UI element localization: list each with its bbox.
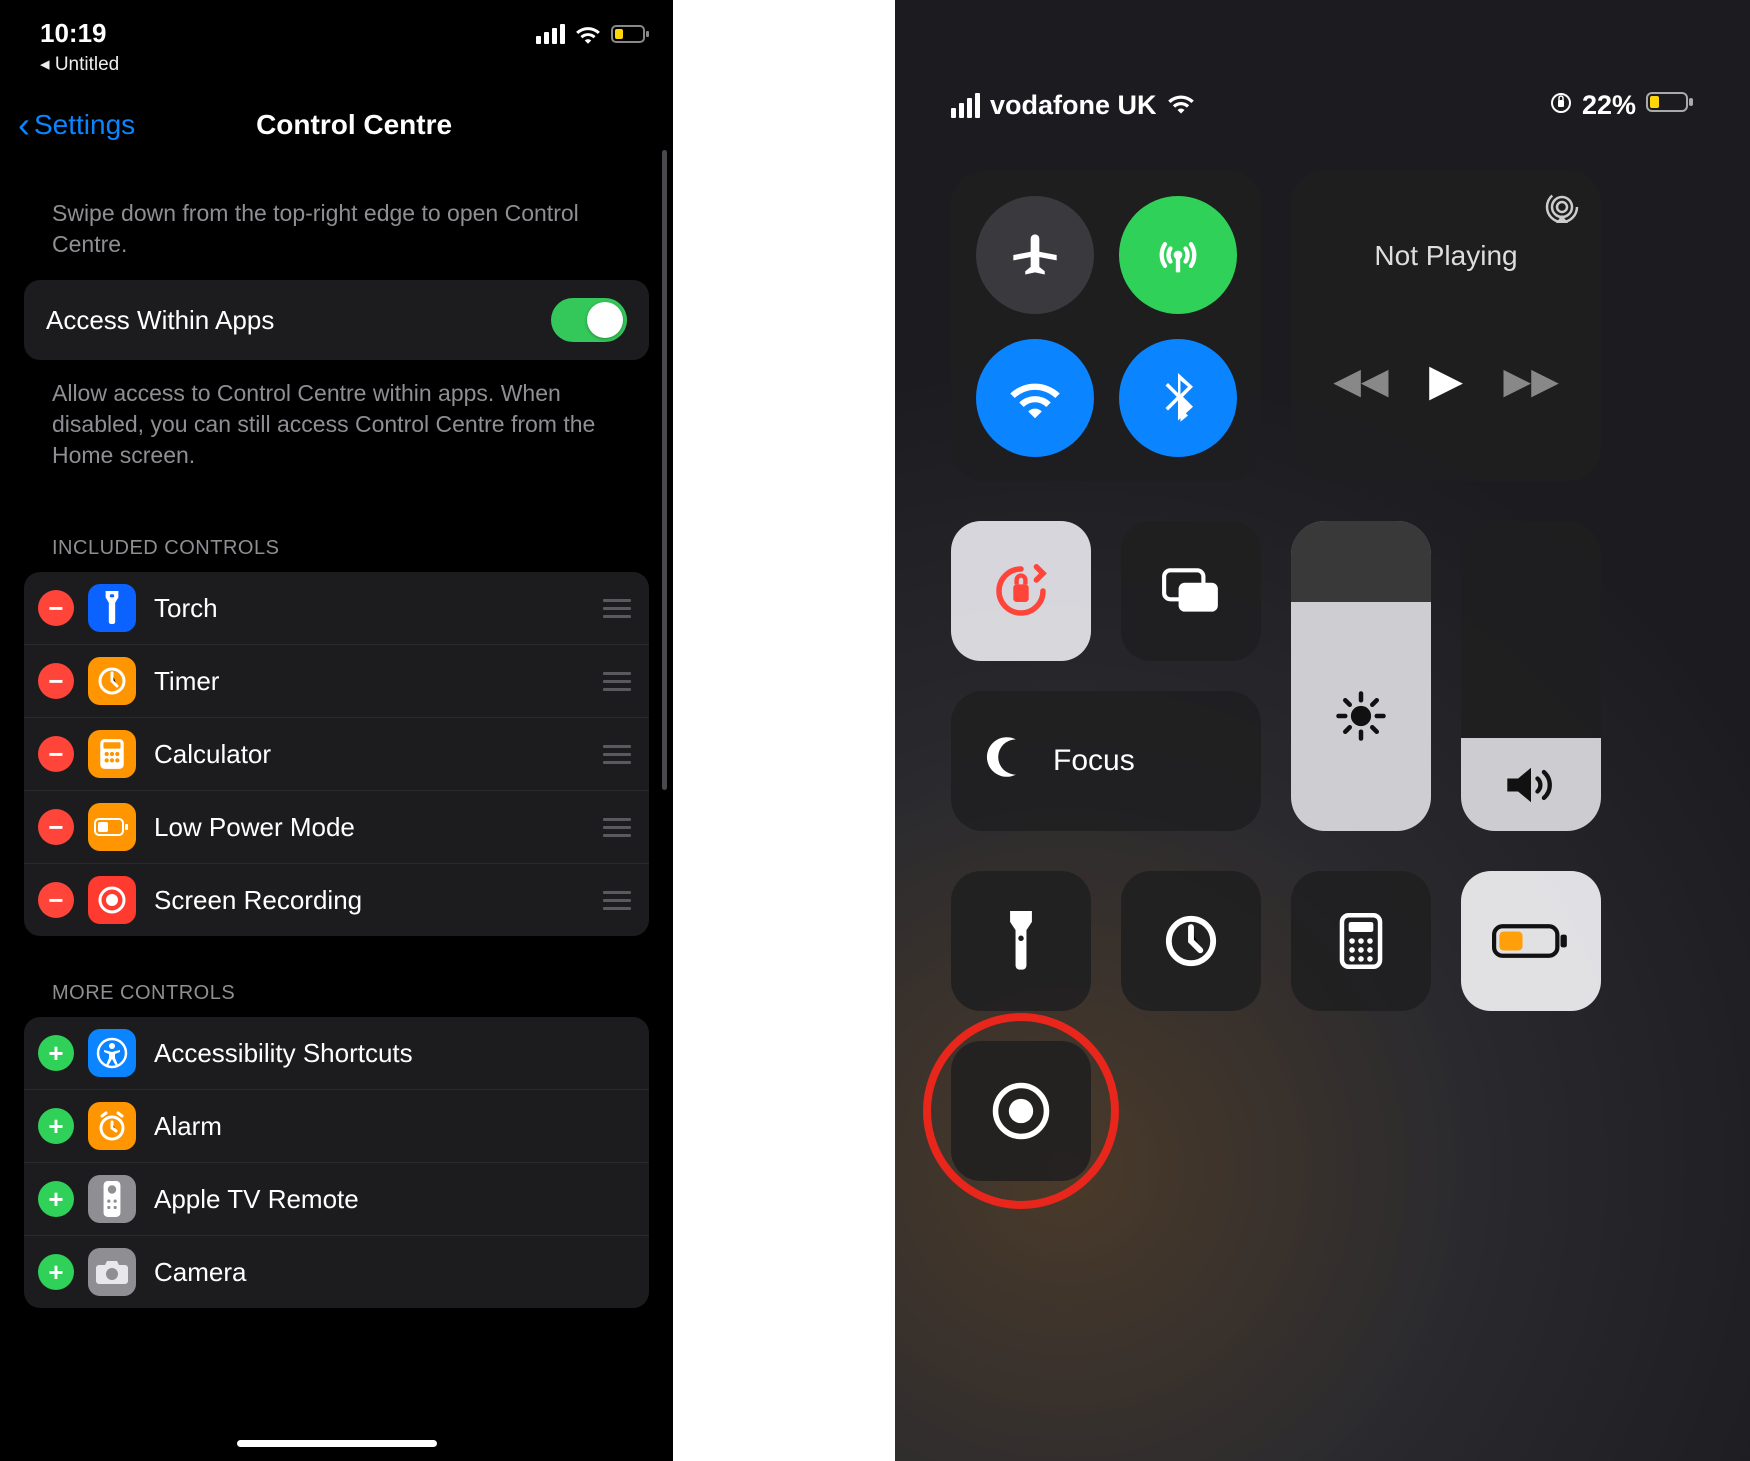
camera-icon bbox=[88, 1248, 136, 1296]
cellular-data-button[interactable] bbox=[1119, 196, 1237, 314]
control-row-screen-recording[interactable]: − Screen Recording bbox=[24, 864, 649, 936]
timer-tile[interactable] bbox=[1121, 871, 1261, 1011]
row-label: Calculator bbox=[154, 739, 603, 770]
row-label: Screen Recording bbox=[154, 885, 603, 916]
back-chevron-icon[interactable]: ‹ bbox=[18, 104, 30, 146]
focus-tile[interactable]: Focus bbox=[951, 691, 1261, 831]
focus-label: Focus bbox=[1053, 744, 1135, 778]
connectivity-platter[interactable] bbox=[951, 171, 1261, 481]
cellular-signal-icon bbox=[951, 93, 980, 118]
row-label: Camera bbox=[154, 1257, 631, 1288]
add-icon[interactable]: + bbox=[38, 1035, 74, 1071]
calculator-icon bbox=[88, 730, 136, 778]
access-toggle[interactable] bbox=[551, 298, 627, 342]
calculator-tile[interactable] bbox=[1291, 871, 1431, 1011]
airplane-mode-button[interactable] bbox=[976, 196, 1094, 314]
add-icon[interactable]: + bbox=[38, 1254, 74, 1290]
reorder-grip-icon[interactable] bbox=[603, 599, 631, 618]
next-track-icon[interactable]: ▶▶ bbox=[1503, 360, 1558, 402]
reorder-grip-icon[interactable] bbox=[603, 818, 631, 837]
carrier-label: vodafone UK bbox=[990, 90, 1157, 121]
media-platter[interactable]: Not Playing ◀◀ ▶ ▶▶ bbox=[1291, 171, 1601, 481]
control-row-camera[interactable]: + Camera bbox=[24, 1236, 649, 1308]
moon-icon bbox=[985, 735, 1029, 787]
remove-icon[interactable]: − bbox=[38, 809, 74, 845]
apple-tv-remote-icon bbox=[88, 1175, 136, 1223]
row-label: Apple TV Remote bbox=[154, 1184, 631, 1215]
timer-icon bbox=[88, 657, 136, 705]
add-icon[interactable]: + bbox=[38, 1108, 74, 1144]
reorder-grip-icon[interactable] bbox=[603, 745, 631, 764]
page-title: Control Centre bbox=[55, 109, 653, 141]
previous-track-icon[interactable]: ◀◀ bbox=[1333, 360, 1388, 402]
row-label: Torch bbox=[154, 593, 603, 624]
access-label: Access Within Apps bbox=[46, 305, 551, 336]
status-time: 10:19 bbox=[40, 18, 119, 49]
play-icon[interactable]: ▶ bbox=[1429, 355, 1463, 406]
settings-content[interactable]: Swipe down from the top-right edge to op… bbox=[0, 162, 673, 1461]
orientation-lock-tile[interactable] bbox=[951, 521, 1091, 661]
screen-recording-icon bbox=[88, 876, 136, 924]
more-controls-header: MORE CONTROLS bbox=[24, 936, 649, 1017]
screen-recording-tile[interactable] bbox=[951, 1041, 1091, 1181]
torch-tile[interactable] bbox=[951, 871, 1091, 1011]
screen-mirroring-tile[interactable] bbox=[1121, 521, 1261, 661]
brightness-slider[interactable] bbox=[1291, 521, 1431, 831]
remove-icon[interactable]: − bbox=[38, 590, 74, 626]
nav-header: ‹ Settings Control Centre bbox=[0, 76, 673, 162]
wifi-button[interactable] bbox=[976, 339, 1094, 457]
settings-screen: 10:19 ◂ Untitled ‹ Settings Control Cent… bbox=[0, 0, 673, 1461]
control-row-torch[interactable]: − Torch bbox=[24, 572, 649, 645]
wifi-icon bbox=[1167, 90, 1195, 121]
control-row-appletv[interactable]: + Apple TV Remote bbox=[24, 1163, 649, 1236]
included-controls-list: − Torch − Timer − Calcula bbox=[24, 572, 649, 936]
reorder-grip-icon[interactable] bbox=[603, 891, 631, 910]
home-indicator[interactable] bbox=[237, 1440, 437, 1447]
row-label: Accessibility Shortcuts bbox=[154, 1038, 631, 1069]
volume-slider[interactable] bbox=[1461, 521, 1601, 831]
battery-icon bbox=[1646, 90, 1694, 121]
media-title: Not Playing bbox=[1313, 240, 1579, 272]
low-power-icon bbox=[88, 803, 136, 851]
torch-icon bbox=[88, 584, 136, 632]
wifi-icon bbox=[575, 24, 601, 44]
add-icon[interactable]: + bbox=[38, 1181, 74, 1217]
bluetooth-button[interactable] bbox=[1119, 339, 1237, 457]
hint-text-2: Allow access to Control Centre within ap… bbox=[24, 360, 649, 491]
battery-icon bbox=[611, 24, 651, 44]
status-bar: 10:19 ◂ Untitled bbox=[0, 0, 673, 76]
control-row-alarm[interactable]: + Alarm bbox=[24, 1090, 649, 1163]
remove-icon[interactable]: − bbox=[38, 663, 74, 699]
row-label: Alarm bbox=[154, 1111, 631, 1142]
row-label: Low Power Mode bbox=[154, 812, 603, 843]
low-power-mode-tile[interactable] bbox=[1461, 871, 1601, 1011]
control-row-timer[interactable]: − Timer bbox=[24, 645, 649, 718]
control-row-low-power[interactable]: − Low Power Mode bbox=[24, 791, 649, 864]
row-label: Timer bbox=[154, 666, 603, 697]
hint-text: Swipe down from the top-right edge to op… bbox=[24, 180, 649, 280]
battery-percent: 22% bbox=[1582, 90, 1636, 121]
orientation-lock-status-icon bbox=[1550, 90, 1572, 121]
more-controls-list: + Accessibility Shortcuts + Alarm + Appl… bbox=[24, 1017, 649, 1308]
remove-icon[interactable]: − bbox=[38, 736, 74, 772]
spacer bbox=[673, 0, 895, 1461]
back-to-app[interactable]: ◂ Untitled bbox=[40, 53, 119, 76]
access-within-apps-row: Access Within Apps bbox=[24, 280, 649, 360]
reorder-grip-icon[interactable] bbox=[603, 672, 631, 691]
control-row-calculator[interactable]: − Calculator bbox=[24, 718, 649, 791]
included-controls-header: INCLUDED CONTROLS bbox=[24, 491, 649, 572]
remove-icon[interactable]: − bbox=[38, 882, 74, 918]
alarm-icon bbox=[88, 1102, 136, 1150]
accessibility-icon bbox=[88, 1029, 136, 1077]
control-row-accessibility[interactable]: + Accessibility Shortcuts bbox=[24, 1017, 649, 1090]
airplay-icon[interactable] bbox=[1545, 193, 1579, 228]
cc-status-bar: vodafone UK 22% bbox=[951, 90, 1694, 121]
control-centre-screen: vodafone UK 22% bbox=[895, 0, 1750, 1461]
cellular-signal-icon bbox=[536, 24, 565, 44]
scroll-indicator bbox=[662, 150, 667, 790]
